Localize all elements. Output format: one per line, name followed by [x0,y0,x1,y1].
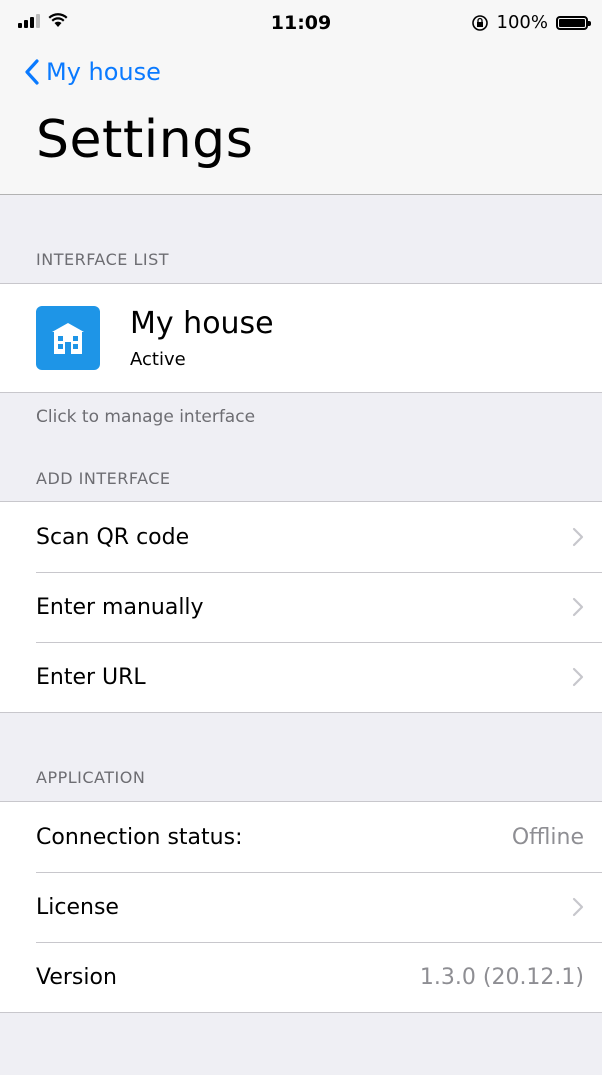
house-icon [36,306,100,370]
battery-percent: 100% [496,12,548,33]
chevron-right-icon [572,667,584,687]
enter-manually-label: Enter manually [36,594,204,620]
license-label: License [36,894,119,920]
status-bar: 11:09 100% [0,0,602,46]
interface-item-my-house[interactable]: My house Active [0,284,602,392]
enter-url-row[interactable]: Enter URL [0,642,602,712]
interface-name: My house [130,305,274,341]
navigation-bar: My house Settings [0,46,602,195]
back-button[interactable]: My house [24,58,161,86]
page-title: Settings [36,110,254,170]
interface-status: Active [130,348,186,370]
section-header-application: APPLICATION [36,768,146,787]
scan-qr-code-label: Scan QR code [36,524,190,550]
interface-item-text: My house Active [130,305,274,370]
application-group: Connection status: Offline License Versi… [0,801,602,1013]
scan-qr-code-row[interactable]: Scan QR code [0,502,602,572]
status-right: 100% [471,12,591,33]
section-header-interface-list: INTERFACE LIST [36,250,170,269]
add-interface-group: Scan QR code Enter manually Enter URL [0,501,602,713]
version-row: Version 1.3.0 (20.12.1) [0,942,602,1012]
chevron-left-icon [25,59,39,85]
connection-status-value: Offline [511,824,584,850]
chevron-right-icon [572,597,584,617]
section-header-add-interface: ADD INTERFACE [36,469,171,488]
interface-list-group: My house Active [0,283,602,393]
orientation-lock-icon [471,14,488,31]
back-button-label: My house [46,58,161,86]
chevron-right-icon [572,897,584,917]
chevron-right-icon [572,527,584,547]
interface-list-footer: Click to manage interface [36,407,256,427]
enter-manually-row[interactable]: Enter manually [0,572,602,642]
version-label: Version [36,964,117,990]
license-row[interactable]: License [0,872,602,942]
enter-url-label: Enter URL [36,664,146,690]
battery-icon [556,15,591,30]
version-value: 1.3.0 (20.12.1) [419,964,584,990]
connection-status-label: Connection status: [36,824,243,850]
connection-status-row: Connection status: Offline [0,802,602,872]
